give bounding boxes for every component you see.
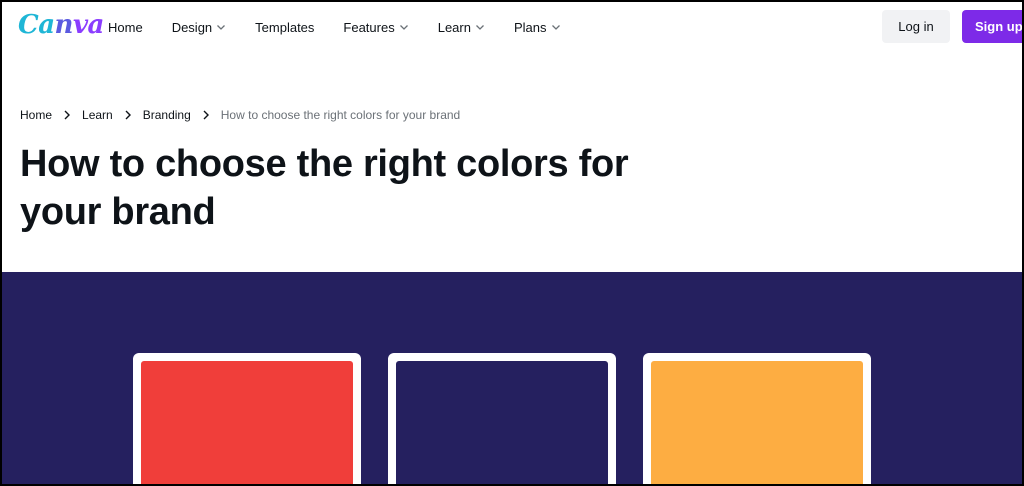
nav-item-label: Templates (255, 19, 315, 35)
nav-item-label: Home (108, 19, 143, 35)
breadcrumb-current: How to choose the right colors for your … (220, 108, 461, 122)
nav-item-home[interactable]: Home (98, 2, 153, 52)
breadcrumb-learn[interactable]: Learn (82, 108, 113, 122)
main-nav: Home Design Templates Features Learn Pla… (98, 2, 580, 52)
color-swatch-card (643, 353, 871, 484)
color-swatch-card (388, 353, 616, 484)
nav-item-label: Features (343, 19, 395, 35)
color-swatch-card (133, 353, 361, 484)
nav-item-learn[interactable]: Learn (428, 2, 495, 52)
nav-item-templates[interactable]: Templates (245, 2, 324, 52)
chevron-right-icon (63, 110, 71, 120)
nav-item-label: Plans (513, 19, 547, 35)
color-swatch-red (141, 361, 353, 484)
breadcrumb-branding[interactable]: Branding (143, 108, 191, 122)
page-title: How to choose the right colors for your … (20, 143, 629, 233)
hero-banner (2, 272, 1022, 484)
nav-item-label: Learn (437, 19, 471, 35)
site-header: Canva Home Design Templates Features Lea… (2, 2, 1022, 52)
chevron-right-icon (124, 110, 132, 120)
nav-item-design[interactable]: Design (162, 2, 236, 52)
breadcrumb-home[interactable]: Home (20, 108, 52, 122)
chevron-right-icon (202, 110, 210, 120)
canva-logo[interactable]: Canva (18, 10, 104, 40)
chevron-down-icon (399, 22, 409, 32)
browser-frame: Canva Home Design Templates Features Lea… (0, 0, 1024, 486)
color-swatch-orange (651, 361, 863, 484)
nav-item-label: Design (171, 19, 213, 35)
chevron-down-icon (216, 22, 226, 32)
nav-item-plans[interactable]: Plans (504, 2, 571, 52)
breadcrumb: Home Learn Branding How to choose the ri… (20, 106, 460, 124)
login-button[interactable]: Log in (882, 10, 950, 43)
color-swatch-navy (396, 361, 608, 484)
nav-item-features[interactable]: Features (333, 2, 418, 52)
chevron-down-icon (551, 22, 561, 32)
signup-button[interactable]: Sign up (962, 10, 1022, 43)
chevron-down-icon (475, 22, 485, 32)
